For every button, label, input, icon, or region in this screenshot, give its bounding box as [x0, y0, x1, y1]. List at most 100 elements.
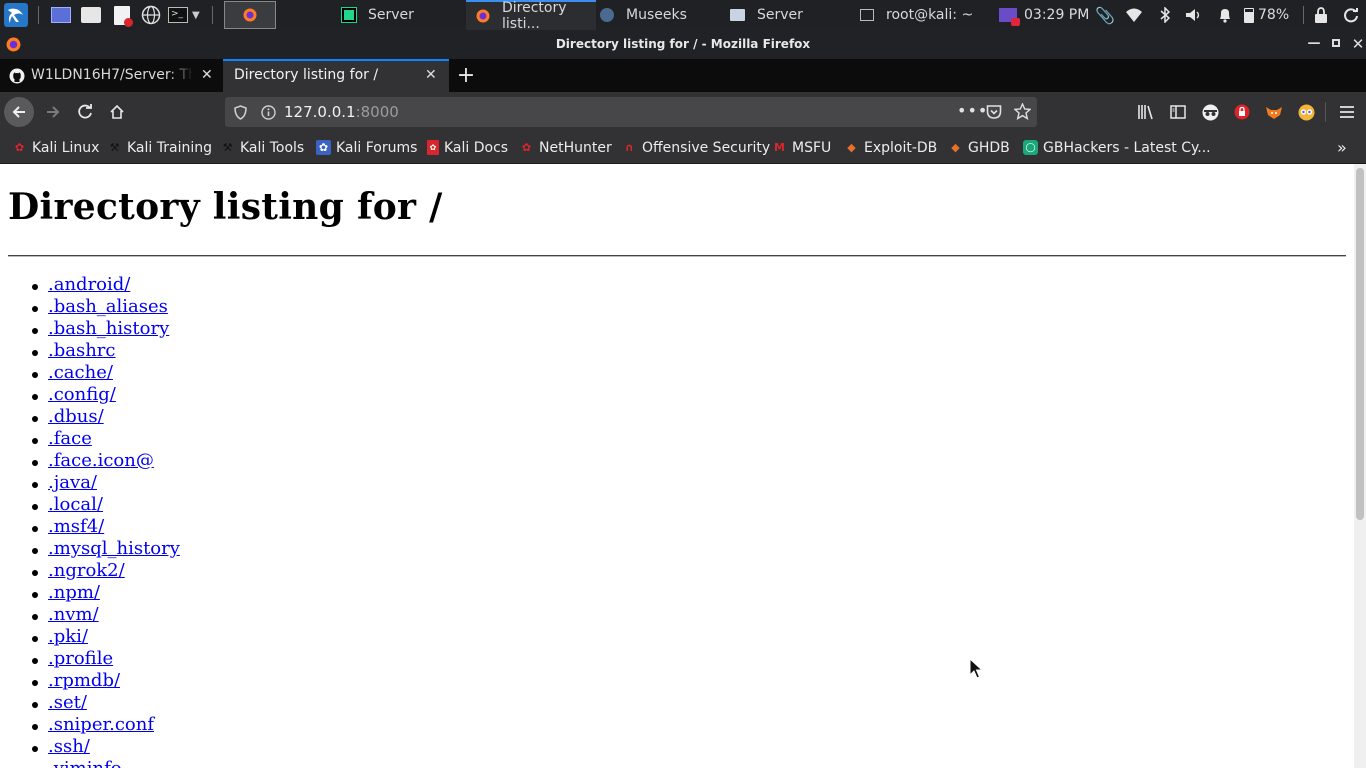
- url-text[interactable]: 127.0.0.1:8000: [284, 97, 399, 127]
- minimize-button[interactable]: —: [1305, 35, 1323, 53]
- files-task[interactable]: Server: [720, 0, 850, 30]
- volume-tray[interactable]: [1184, 0, 1204, 30]
- pocket-icon[interactable]: [986, 104, 1002, 120]
- screen-recorder-tray[interactable]: [996, 0, 1020, 30]
- sidebar-button[interactable]: [1163, 97, 1193, 127]
- bookmark-kali-docs[interactable]: ✿ Kali Docs: [427, 132, 508, 163]
- panel-separator: [1303, 6, 1304, 24]
- bookmark-label: NetHunter: [539, 139, 612, 156]
- bookmark-offensive-security[interactable]: ∩ Offensive Security: [622, 132, 770, 163]
- firefox-task[interactable]: Directory listi...: [466, 0, 596, 32]
- notifications-tray[interactable]: [1215, 0, 1235, 30]
- museeks-task[interactable]: Museeks: [598, 0, 720, 30]
- kali-menu-button[interactable]: [2, 0, 30, 30]
- reload-button[interactable]: [70, 97, 100, 127]
- speaker-icon: [1186, 9, 1200, 21]
- gbhackers-icon: ◯: [1023, 140, 1038, 155]
- file-link[interactable]: .profile: [48, 648, 113, 669]
- file-link[interactable]: .face: [48, 428, 92, 449]
- list-item: .sniper.conf: [28, 715, 180, 737]
- shield-icon[interactable]: [234, 105, 247, 120]
- forward-button[interactable]: [38, 97, 68, 127]
- file-link[interactable]: .sniper.conf: [48, 714, 154, 735]
- file-link[interactable]: .npm/: [48, 582, 100, 603]
- file-link[interactable]: .set/: [48, 692, 87, 713]
- file-link[interactable]: .ssh/: [48, 736, 90, 757]
- bookmark-ghdb[interactable]: ◆ GHDB: [948, 132, 1010, 163]
- maximize-icon: [1332, 39, 1340, 47]
- extension-wappalyzer-button[interactable]: [1291, 97, 1321, 127]
- url-bar[interactable]: 127.0.0.1:8000 •••: [225, 97, 1037, 127]
- file-link[interactable]: .msf4/: [48, 516, 104, 537]
- clipboard-tray[interactable]: 📎: [1095, 0, 1115, 30]
- extension-spy-button[interactable]: [1195, 97, 1225, 127]
- page-scrollbar[interactable]: [1354, 164, 1366, 768]
- battery-percent: 78%: [1258, 7, 1290, 23]
- file-link[interactable]: .rpmdb/: [48, 670, 120, 691]
- extension-foxyproxy-button[interactable]: [1259, 97, 1289, 127]
- page-actions-button[interactable]: •••: [957, 97, 988, 127]
- bookmark-msfu[interactable]: M MSFU: [772, 132, 831, 163]
- back-button[interactable]: [4, 97, 34, 127]
- bluetooth-tray[interactable]: [1156, 0, 1174, 30]
- file-link[interactable]: .java/: [48, 472, 97, 493]
- clock[interactable]: 03:29 PM: [1024, 0, 1092, 30]
- file-link[interactable]: .config/: [48, 384, 116, 405]
- file-link[interactable]: .viminfo: [48, 758, 122, 768]
- pycharm-task[interactable]: Server: [332, 0, 464, 30]
- close-tab-icon[interactable]: ✕: [201, 67, 213, 83]
- bookmark-kali-tools[interactable]: ⚒ Kali Tools: [220, 132, 305, 163]
- star-icon[interactable]: [1014, 103, 1031, 120]
- file-link[interactable]: .mysql_history: [48, 538, 180, 559]
- home-button[interactable]: [102, 97, 132, 127]
- maximize-button[interactable]: [1327, 35, 1345, 53]
- power-button[interactable]: [1340, 0, 1362, 30]
- file-link[interactable]: .bashrc: [48, 340, 116, 361]
- bookmark-kali-forums[interactable]: ✿ Kali Forums: [316, 132, 417, 163]
- bookmark-kali-training[interactable]: ⚒ Kali Training: [107, 132, 212, 163]
- file-link[interactable]: .bash_history: [48, 318, 169, 339]
- workspace-switcher[interactable]: [224, 1, 276, 29]
- file-link[interactable]: .dbus/: [48, 406, 104, 427]
- file-link[interactable]: .cache/: [48, 362, 113, 383]
- window-title: Directory listing for / - Mozilla Firefo…: [555, 37, 811, 51]
- new-tab-button[interactable]: +: [454, 59, 478, 92]
- terminal-task[interactable]: root@kali: ~: [850, 0, 984, 30]
- url-host: 127.0.0.1: [284, 103, 356, 121]
- terminal-launcher[interactable]: >_ ▼: [168, 0, 208, 30]
- browser-launcher[interactable]: [140, 0, 162, 30]
- window-titlebar[interactable]: Directory listing for / - Mozilla Firefo…: [0, 30, 1366, 59]
- file-link[interactable]: .pki/: [48, 626, 88, 647]
- close-tab-icon[interactable]: ✕: [425, 67, 437, 83]
- list-item: .ngrok2/: [28, 561, 180, 583]
- battery-tray[interactable]: 78%: [1244, 0, 1302, 30]
- tab-directory-listing[interactable]: Directory listing for / ✕: [223, 59, 449, 92]
- open-menu-button[interactable]: [1332, 97, 1362, 127]
- text-editor-launcher[interactable]: [111, 0, 133, 30]
- tab-github-server[interactable]: W1LDN16H7/Server: This ✕: [0, 59, 222, 92]
- file-manager-launcher[interactable]: [80, 0, 102, 30]
- file-link[interactable]: .ngrok2/: [48, 560, 125, 581]
- file-link[interactable]: .local/: [48, 494, 103, 515]
- lock-screen-button[interactable]: [1311, 0, 1331, 30]
- bookmarks-overflow-button[interactable]: »: [1337, 132, 1347, 163]
- bookmark-kali-linux[interactable]: ✿ Kali Linux: [12, 132, 100, 163]
- file-link[interactable]: .android/: [48, 274, 130, 295]
- file-link[interactable]: .face.icon@: [48, 450, 154, 471]
- file-link[interactable]: .bash_aliases: [48, 296, 168, 317]
- library-button[interactable]: [1131, 97, 1161, 127]
- network-tray[interactable]: [1124, 0, 1144, 30]
- bookmark-gbhackers[interactable]: ◯ GBHackers - Latest Cy...: [1023, 132, 1211, 163]
- scrollbar-thumb[interactable]: [1356, 168, 1364, 520]
- list-item: .face.icon@: [28, 451, 180, 473]
- file-link[interactable]: .nvm/: [48, 604, 99, 625]
- info-icon[interactable]: [261, 105, 276, 120]
- kali-menu-icon: [4, 3, 28, 27]
- bookmark-nethunter[interactable]: ✿ NetHunter: [519, 132, 612, 163]
- task-label: root@kali: ~: [886, 7, 974, 23]
- bookmark-exploit-db[interactable]: ◆ Exploit-DB: [844, 132, 937, 163]
- extension-lock-button[interactable]: [1227, 97, 1257, 127]
- close-window-button[interactable]: ✕: [1349, 35, 1366, 53]
- lock-icon: [1315, 7, 1327, 23]
- show-desktop-launcher[interactable]: [50, 0, 72, 30]
